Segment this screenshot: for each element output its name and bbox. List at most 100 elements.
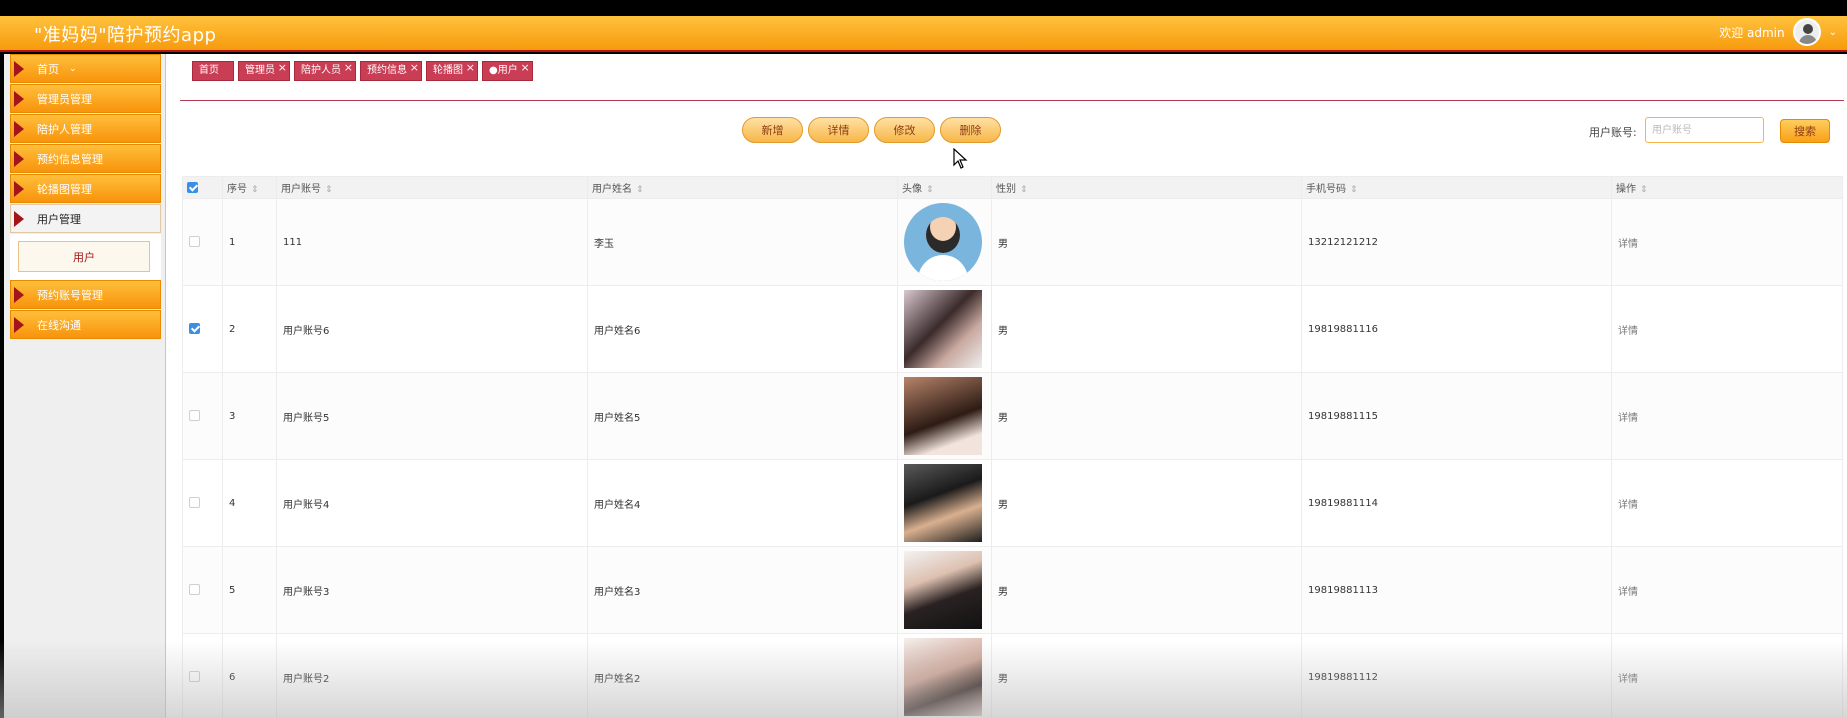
cell-phone: 19819881115: [1301, 372, 1612, 460]
add-button[interactable]: 新增: [742, 117, 803, 143]
cell-index: 6: [222, 633, 277, 718]
cell-name: 用户姓名6: [587, 285, 898, 373]
cell-name: 用户姓名5: [587, 372, 898, 460]
triangle-icon: [14, 61, 24, 77]
cell-account: 用户账号2: [276, 633, 588, 718]
table-row: 3 用户账号5 用户姓名5 男 19819881115 详情: [182, 372, 1843, 460]
column-header[interactable]: 用户姓名 ⇕: [587, 176, 898, 199]
detail-link[interactable]: 详情: [1611, 285, 1843, 373]
detail-link[interactable]: 详情: [1611, 459, 1843, 547]
cell-gender: 男: [991, 198, 1302, 286]
sidebar-item-chat[interactable]: 在线沟通: [10, 310, 161, 339]
select-all-header[interactable]: [182, 176, 223, 199]
search-button[interactable]: 搜索: [1780, 119, 1830, 143]
triangle-icon: [14, 181, 24, 197]
sidebar-item-label: 管理员管理: [37, 92, 92, 106]
column-header[interactable]: 序号 ⇕: [222, 176, 277, 199]
sort-icon[interactable]: ⇕: [636, 185, 644, 195]
table-row: 4 用户账号4 用户姓名4 男 19819881114 详情: [182, 459, 1843, 547]
tab-users[interactable]: ●用户 ×: [482, 61, 533, 81]
row-checkbox[interactable]: [189, 497, 200, 509]
action-toolbar: 新增 详情 修改 删除: [742, 117, 1001, 143]
tab-home[interactable]: 首页: [192, 61, 234, 81]
sidebar-item-booking-accounts[interactable]: 预约账号管理: [10, 280, 161, 309]
row-checkbox[interactable]: [189, 584, 200, 596]
edit-button[interactable]: 修改: [874, 117, 935, 143]
close-icon[interactable]: ×: [278, 59, 287, 77]
search-input[interactable]: [1645, 117, 1764, 143]
detail-link[interactable]: 详情: [1611, 198, 1843, 286]
select-all-checkbox[interactable]: [187, 181, 198, 193]
sort-icon[interactable]: ⇕: [926, 185, 934, 195]
cell-account: 用户账号3: [276, 546, 588, 634]
chevron-down-icon[interactable]: ⌄: [1829, 27, 1837, 38]
sidebar-item-admin[interactable]: 管理员管理: [10, 84, 161, 113]
user-menu[interactable]: 欢迎 admin ⌄: [1719, 18, 1837, 46]
sidebar-item-caregiver[interactable]: 陪护人管理: [10, 114, 161, 143]
row-checkbox[interactable]: [189, 236, 200, 248]
tab-admin[interactable]: 管理员 ×: [238, 61, 290, 81]
sidebar-item-label: 在线沟通: [37, 318, 81, 332]
row-checkbox[interactable]: [189, 671, 200, 683]
avatar: [904, 551, 982, 629]
triangle-icon: [14, 91, 24, 107]
close-icon[interactable]: ×: [521, 59, 530, 77]
sort-icon[interactable]: ⇕: [325, 185, 333, 195]
sidebar-item-home[interactable]: 首页 ⌄: [10, 54, 161, 83]
column-header[interactable]: 性别 ⇕: [991, 176, 1302, 199]
sort-icon[interactable]: ⇕: [1350, 185, 1358, 195]
table-header-row: 序号 ⇕ 用户账号 ⇕ 用户姓名 ⇕ 头像 ⇕ 性别 ⇕ 手机号码 ⇕ 操作 ⇕: [182, 176, 1843, 199]
sort-icon[interactable]: ⇕: [1640, 185, 1648, 195]
avatar: [904, 464, 982, 542]
sidebar-item-label: 预约信息管理: [37, 152, 103, 166]
detail-button[interactable]: 详情: [808, 117, 869, 143]
detail-link[interactable]: 详情: [1611, 633, 1843, 718]
column-header[interactable]: 手机号码 ⇕: [1301, 176, 1612, 199]
sort-icon[interactable]: ⇕: [1020, 185, 1028, 195]
cell-index: 2: [222, 285, 277, 373]
avatar: [904, 203, 982, 281]
cell-account: 用户账号4: [276, 459, 588, 547]
cell-name: 李玉: [587, 198, 898, 286]
user-avatar[interactable]: [1792, 18, 1821, 46]
cell-name: 用户姓名3: [587, 546, 898, 634]
chevron-down-icon: ⌄: [69, 63, 77, 74]
tab-booking[interactable]: 预约信息 ×: [360, 61, 422, 81]
table-row: 2 用户账号6 用户姓名6 男 19819881116 详情: [182, 285, 1843, 373]
close-icon[interactable]: ×: [466, 59, 475, 77]
cell-account: 用户账号6: [276, 285, 588, 373]
tab-carousel[interactable]: 轮播图 ×: [426, 61, 478, 81]
submenu-item-user[interactable]: 用户: [18, 241, 150, 272]
sort-icon[interactable]: ⇕: [251, 185, 259, 195]
cell-gender: 男: [991, 459, 1302, 547]
detail-link[interactable]: 详情: [1611, 372, 1843, 460]
triangle-icon: [14, 151, 24, 167]
row-checkbox[interactable]: [189, 323, 200, 335]
close-icon[interactable]: ×: [410, 59, 419, 77]
cell-phone: 19819881112: [1301, 633, 1612, 718]
sidebar-item-users[interactable]: 用户管理: [10, 204, 161, 233]
sidebar-item-carousel[interactable]: 轮播图管理: [10, 174, 161, 203]
cell-gender: 男: [991, 285, 1302, 373]
column-header[interactable]: 头像 ⇕: [897, 176, 992, 199]
tab-caregiver[interactable]: 陪护人员 ×: [294, 61, 356, 81]
sidebar-item-label: 预约账号管理: [37, 288, 103, 302]
tab-bar: 首页 管理员 × 陪护人员 × 预约信息 × 轮播图 × ●用户 ×: [192, 61, 533, 81]
close-icon[interactable]: ×: [344, 59, 353, 77]
cell-gender: 男: [991, 633, 1302, 718]
row-checkbox[interactable]: [189, 410, 200, 422]
sidebar-item-label: 首页: [37, 62, 59, 76]
table-row: 6 用户账号2 用户姓名2 男 19819881112 详情: [182, 633, 1843, 718]
delete-button[interactable]: 删除: [940, 117, 1001, 143]
triangle-icon: [14, 317, 24, 333]
column-header[interactable]: 用户账号 ⇕: [276, 176, 588, 199]
table-row: 1 111 李玉 男 13212121212 详情: [182, 198, 1843, 286]
detail-link[interactable]: 详情: [1611, 546, 1843, 634]
cell-index: 1: [222, 198, 277, 286]
cell-index: 5: [222, 546, 277, 634]
cell-account: 111: [276, 198, 588, 286]
column-header[interactable]: 操作 ⇕: [1611, 176, 1843, 199]
cell-phone: 19819881116: [1301, 285, 1612, 373]
main-area: 首页 ⌄ 管理员管理 陪护人管理 预约信息管理 轮播图管理 用户管理 用户 预约…: [4, 54, 1847, 718]
sidebar-item-booking[interactable]: 预约信息管理: [10, 144, 161, 173]
